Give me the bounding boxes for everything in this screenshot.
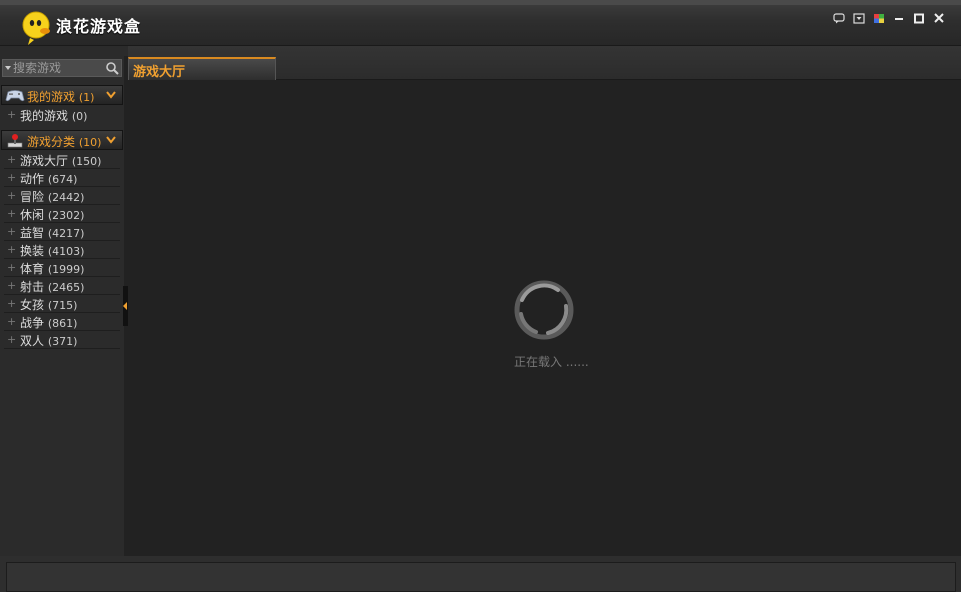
list-item-category[interactable]: + 换装 (4103) xyxy=(4,241,120,259)
joystick-icon xyxy=(7,134,23,148)
plus-icon: + xyxy=(7,171,17,184)
list-item-label: 益智 xyxy=(20,226,45,240)
list-item-category[interactable]: + 益智 (4217) xyxy=(4,223,120,241)
list-item-category[interactable]: + 体育 (1999) xyxy=(4,259,120,277)
list-item-count: (371) xyxy=(47,335,78,348)
list-item-count: (0) xyxy=(71,110,88,123)
list-item-label: 射击 xyxy=(20,280,45,294)
plus-icon: + xyxy=(7,189,17,202)
loading-text: 正在载入 ...... xyxy=(514,355,589,369)
list-item-count: (2302) xyxy=(47,209,85,222)
list-item-count: (715) xyxy=(47,299,78,312)
plus-icon: + xyxy=(7,225,17,238)
list-item-count: (1999) xyxy=(47,263,85,276)
list-item-label: 战争 xyxy=(20,316,45,330)
categories-label: 游戏分类 (10) xyxy=(27,135,102,149)
list-item-count: (4103) xyxy=(47,245,85,258)
search-input[interactable] xyxy=(13,60,103,76)
list-item-label: 我的游戏 xyxy=(20,109,69,123)
sidebar: 我的游戏 (1) + 我的游戏 (0) 游戏分类 (10) +游戏大厅 (150… xyxy=(0,56,124,556)
window-controls xyxy=(829,11,949,25)
list-item-category[interactable]: + 射击 (2465) xyxy=(4,277,120,295)
categories-list: + 游戏大厅 (150) + 动作 (674) + 冒险 (2442) + 休闲 (2302)… xyxy=(0,151,124,349)
list-item-label: 换装 xyxy=(20,244,45,258)
plus-icon: + xyxy=(7,315,17,328)
menu-icon[interactable] xyxy=(849,11,869,25)
list-item-count: (861) xyxy=(47,317,78,330)
plus-icon: + xyxy=(7,153,17,166)
plus-icon: + xyxy=(7,108,17,121)
search-dropdown-icon[interactable] xyxy=(5,66,11,70)
plus-icon: + xyxy=(7,297,17,310)
list-item-count: (2465) xyxy=(47,281,85,294)
tab-label: 游戏大厅 xyxy=(133,65,186,80)
my-games-header[interactable]: 我的游戏 (1) xyxy=(1,85,123,105)
plus-icon: + xyxy=(7,333,17,346)
list-item-category[interactable]: + 战争 (861) xyxy=(4,313,120,331)
list-item-category[interactable]: + 双人 (371) xyxy=(4,331,120,349)
title-bar: 浪花游戏盒 xyxy=(0,0,961,46)
list-item-label: 游戏大厅 xyxy=(20,154,69,168)
tab-game-hall[interactable]: 游戏大厅 xyxy=(128,57,276,80)
plus-icon: + xyxy=(7,243,17,256)
loading-spinner-icon xyxy=(514,280,574,340)
list-item-label: 双人 xyxy=(20,334,45,348)
gamepad-icon xyxy=(5,90,25,102)
list-item-category[interactable]: + 游戏大厅 (150) xyxy=(4,151,120,169)
app-logo-icon xyxy=(22,11,50,45)
list-item-count: (4217) xyxy=(47,227,85,240)
search-box[interactable] xyxy=(2,59,122,77)
list-item-label: 体育 xyxy=(20,262,45,276)
content-area: 正在载入 ...... xyxy=(128,80,961,556)
status-bar xyxy=(0,556,961,592)
plus-icon: + xyxy=(7,279,17,292)
skin-icon[interactable] xyxy=(869,11,889,25)
feedback-icon[interactable] xyxy=(829,11,849,25)
chevron-down-icon[interactable] xyxy=(106,91,116,99)
my-games-list: + 我的游戏 (0) xyxy=(0,106,124,124)
list-item-label: 女孩 xyxy=(20,298,45,312)
app-title: 浪花游戏盒 xyxy=(56,17,142,36)
list-item-category[interactable]: + 动作 (674) xyxy=(4,169,120,187)
close-icon[interactable] xyxy=(929,11,949,25)
list-item-label: 休闲 xyxy=(20,208,45,222)
plus-icon: + xyxy=(7,261,17,274)
list-item-label: 动作 xyxy=(20,172,45,186)
maximize-icon[interactable] xyxy=(909,11,929,25)
list-item-count: (674) xyxy=(47,173,78,186)
list-item-my-games[interactable]: + 我的游戏 (0) xyxy=(4,106,120,124)
list-item-category[interactable]: + 冒险 (2442) xyxy=(4,187,120,205)
search-icon[interactable] xyxy=(105,61,119,75)
categories-header[interactable]: 游戏分类 (10) xyxy=(1,130,123,150)
minimize-icon[interactable] xyxy=(889,11,909,25)
status-panel xyxy=(6,562,956,592)
list-item-count: (2442) xyxy=(47,191,85,204)
plus-icon: + xyxy=(7,207,17,220)
chevron-down-icon[interactable] xyxy=(106,136,116,144)
list-item-count: (150) xyxy=(71,155,102,168)
collapse-arrow-icon xyxy=(123,302,127,310)
list-item-category[interactable]: + 休闲 (2302) xyxy=(4,205,120,223)
list-item-category[interactable]: + 女孩 (715) xyxy=(4,295,120,313)
my-games-label: 我的游戏 (1) xyxy=(27,90,95,104)
list-item-label: 冒险 xyxy=(20,190,45,204)
tab-bar: 游戏大厅 xyxy=(128,46,961,80)
